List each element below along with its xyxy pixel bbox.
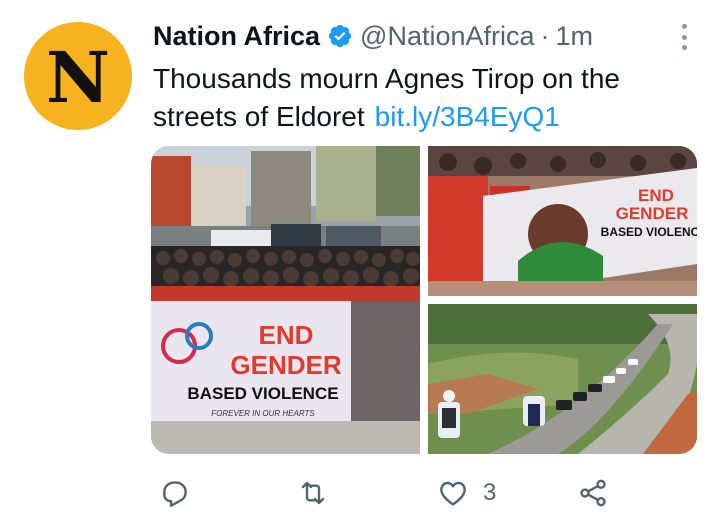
retweet-button[interactable] [297, 472, 329, 514]
separator-dot: · [540, 20, 550, 51]
banner2-line-3: BASED VIOLENC [601, 225, 697, 239]
tweet-actions: 3 [151, 472, 621, 514]
photo-marchers-banner[interactable]: END GENDER BASED VIOLENC [428, 146, 697, 296]
banner2-line-1: END [638, 186, 674, 205]
media-grid: END GENDER BASED VIOLENCE FOREVER IN OUR… [151, 146, 697, 454]
reply-icon [163, 481, 187, 507]
photo-crowd-banner[interactable]: END GENDER BASED VIOLENCE FOREVER IN OUR… [151, 146, 420, 454]
banner2-line-2: GENDER [616, 204, 689, 223]
more-options-icon[interactable] [678, 24, 690, 50]
like-count: 3 [483, 479, 497, 506]
avatar-letter: N [46, 36, 110, 119]
tweet-header: Nation Africa @NationAfrica · 1m [153, 18, 680, 54]
banner-line-1: END [259, 320, 314, 350]
reply-button[interactable] [159, 472, 191, 514]
like-button[interactable]: 3 [437, 472, 496, 514]
user-handle[interactable]: @NationAfrica [360, 21, 534, 52]
like-icon [440, 481, 466, 506]
banner-line-2: GENDER [230, 350, 341, 380]
photo-motorcade-road[interactable] [428, 304, 697, 454]
tweet-link[interactable]: bit.ly/3B4EyQ1 [375, 101, 560, 132]
display-name[interactable]: Nation Africa [153, 21, 320, 52]
verified-badge-icon [328, 24, 352, 48]
retweet-icon [301, 481, 325, 505]
timestamp[interactable]: 1m [556, 21, 594, 52]
tweet-text: Thousands mourn Agnes Tirop on the stree… [153, 60, 693, 136]
share-button[interactable] [577, 472, 609, 514]
banner-line-4: FOREVER IN OUR HEARTS [211, 409, 315, 418]
share-icon [580, 479, 606, 507]
avatar[interactable]: N [24, 22, 132, 130]
banner-line-3: BASED VIOLENCE [187, 384, 338, 403]
